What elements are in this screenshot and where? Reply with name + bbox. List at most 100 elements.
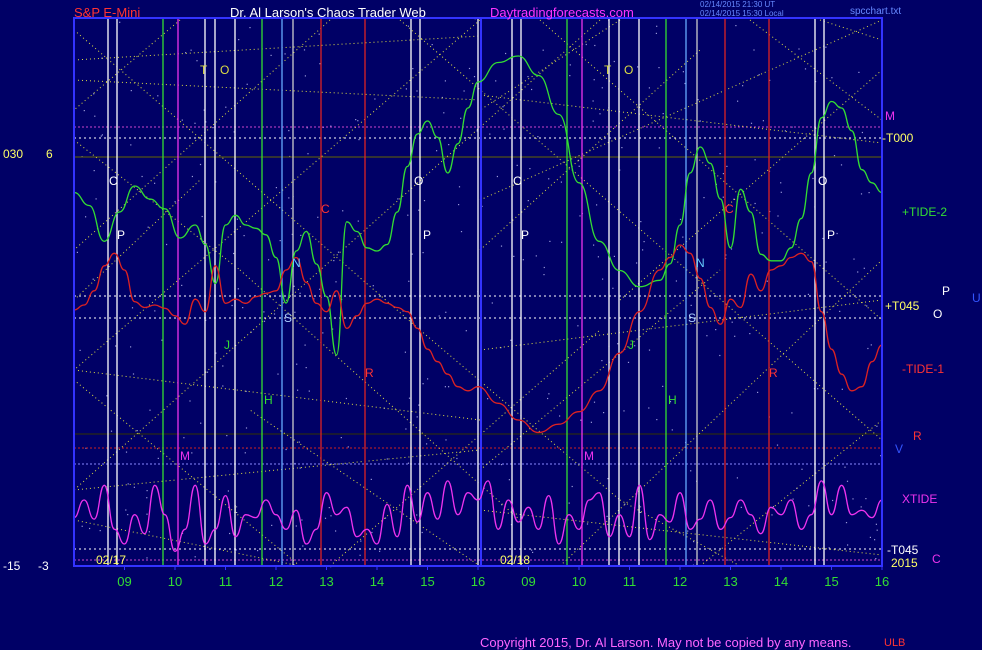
star-dot <box>868 192 870 194</box>
star-dot <box>318 33 320 35</box>
star-dot <box>757 391 759 393</box>
star-dot <box>196 60 198 62</box>
star-dot <box>876 425 878 427</box>
event-marker-label: M <box>584 449 594 463</box>
star-dot <box>270 54 272 56</box>
date-label: 02/18 <box>500 553 530 567</box>
star-dot <box>110 430 113 432</box>
star-dot <box>791 412 793 414</box>
event-marker-label: T <box>604 63 612 77</box>
star-dot <box>736 477 738 479</box>
star-dot <box>762 120 764 122</box>
star-dot <box>227 490 229 492</box>
star-dot <box>531 549 533 551</box>
footer-tag: ULB <box>884 637 906 649</box>
star-dot <box>268 259 270 261</box>
hour-tick-label: 13 <box>319 574 333 589</box>
star-dot <box>825 261 827 263</box>
right-label-m: M <box>885 109 895 123</box>
event-marker-label: T <box>200 63 208 77</box>
hour-tick-label: 11 <box>623 574 637 589</box>
right-label-tide2: +TIDE-2 <box>902 205 948 219</box>
star-dot <box>784 130 786 132</box>
star-dot <box>658 67 660 69</box>
star-dot <box>307 153 309 155</box>
right-label-u: U <box>972 291 981 305</box>
star-dot <box>357 220 359 222</box>
star-dot <box>776 444 779 446</box>
star-dot <box>166 243 168 246</box>
star-dot <box>758 74 760 76</box>
star-dot <box>527 200 529 202</box>
star-dot <box>593 401 596 403</box>
star-dot <box>825 46 827 48</box>
star-dot <box>662 113 664 115</box>
hour-tick-label: 14 <box>370 574 384 589</box>
star-dot <box>379 550 381 552</box>
star-dot <box>448 144 450 146</box>
star-dot <box>750 122 753 124</box>
star-dot <box>593 79 595 81</box>
right-label-xtide: XTIDE <box>902 492 938 506</box>
star-dot <box>772 506 775 508</box>
hour-tick-label: 15 <box>420 574 434 589</box>
event-marker-label: H <box>264 393 273 407</box>
star-dot <box>319 63 321 65</box>
star-dot <box>463 90 465 92</box>
hour-tick-label: 12 <box>269 574 283 589</box>
star-dot <box>505 52 507 55</box>
star-dot <box>319 288 321 290</box>
star-dot <box>603 412 605 414</box>
star-dot <box>529 168 531 170</box>
star-dot <box>792 498 794 500</box>
star-dot <box>201 215 203 218</box>
star-dot <box>861 131 863 134</box>
hour-tick-label: 13 <box>723 574 737 589</box>
star-dot <box>754 202 756 205</box>
star-dot <box>719 354 721 357</box>
star-dot <box>190 49 192 51</box>
right-label-v: V <box>895 442 904 456</box>
star-dot <box>154 310 156 312</box>
star-dot <box>300 234 302 236</box>
star-dot <box>495 80 497 82</box>
star-dot <box>561 241 563 243</box>
timestamp-ut: 02/14/2015 21:30 UT <box>700 0 776 9</box>
star-dot <box>465 330 467 332</box>
star-dot <box>161 339 163 341</box>
star-dot <box>699 120 701 122</box>
star-dot <box>275 187 277 189</box>
star-dot <box>92 278 94 280</box>
star-dot <box>612 287 614 289</box>
star-dot <box>634 345 636 347</box>
event-marker-label: C <box>321 202 330 216</box>
star-dot <box>867 347 869 350</box>
site-link[interactable]: Daytradingforecasts.com <box>490 5 634 20</box>
star-dot <box>416 514 418 516</box>
star-dot <box>295 525 297 527</box>
star-dot <box>444 80 446 82</box>
event-marker-label: J <box>628 338 634 352</box>
star-dot <box>99 530 101 532</box>
date-label: 02/17 <box>96 553 126 567</box>
star-dot <box>812 177 814 180</box>
star-dot <box>513 255 515 257</box>
star-dot <box>445 311 447 313</box>
star-dot <box>136 430 138 432</box>
star-dot <box>422 383 424 385</box>
star-dot <box>847 544 849 546</box>
star-dot <box>458 186 461 188</box>
event-marker-label: P <box>827 228 835 242</box>
star-dot <box>706 335 708 337</box>
star-dot <box>857 271 859 273</box>
star-dot <box>431 44 433 46</box>
star-dot <box>863 267 865 269</box>
star-dot <box>370 478 372 480</box>
star-dot <box>844 466 846 468</box>
star-dot <box>79 349 81 351</box>
event-marker-label: P <box>117 228 125 242</box>
star-dot <box>537 136 539 138</box>
star-dot <box>294 311 296 313</box>
star-dot <box>828 547 830 549</box>
star-dot <box>154 182 156 184</box>
